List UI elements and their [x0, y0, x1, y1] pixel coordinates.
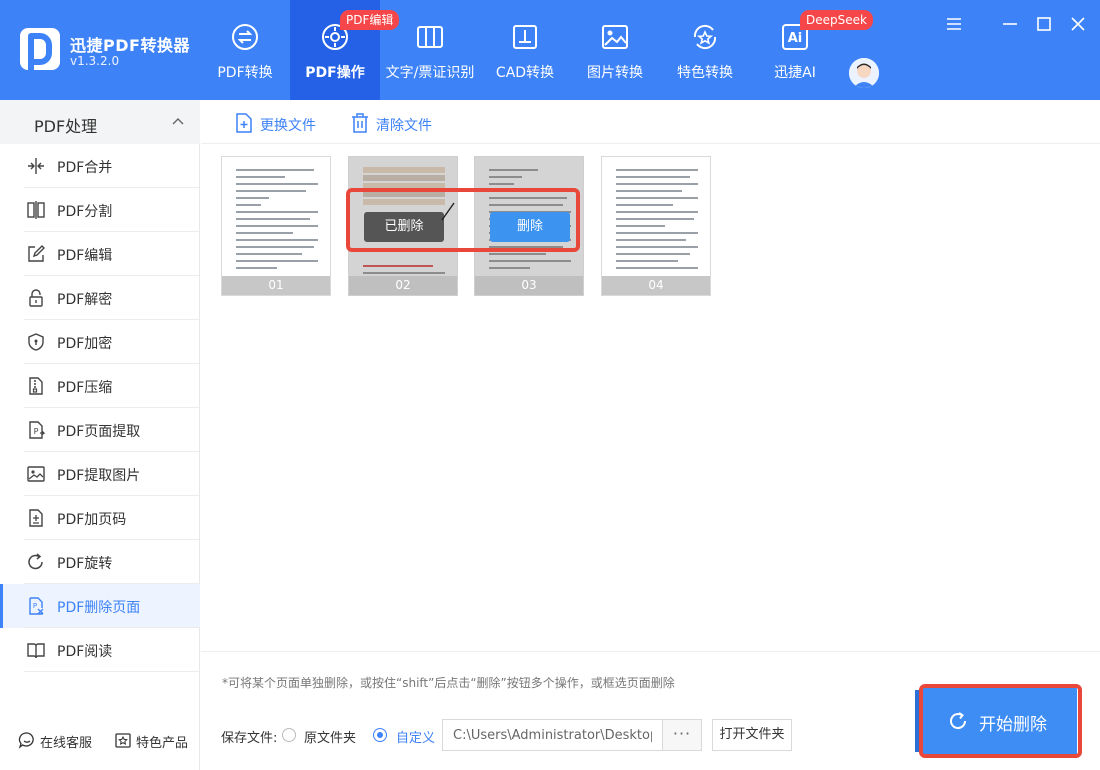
tab-label: 文字/票证识别 [385, 65, 475, 81]
tab-label: PDF操作 [305, 65, 365, 81]
sidebar-group-header[interactable]: PDF处理 [0, 100, 200, 144]
sidebar-item-label: PDF压缩 [57, 380, 113, 396]
delete-page-button[interactable]: 删除 [490, 212, 570, 242]
minimize-icon[interactable] [1000, 14, 1020, 34]
save-path-input[interactable] [442, 719, 662, 751]
sidebar-item-rotate[interactable]: PDF旋转 [0, 540, 200, 584]
sidebar-item-merge[interactable]: PDF合并 [0, 144, 200, 188]
sidebar-item-label: PDF页面提取 [57, 424, 141, 440]
start-delete-button[interactable]: 开始删除 [923, 688, 1077, 754]
divider [201, 651, 1100, 652]
maximize-icon[interactable] [1034, 14, 1054, 34]
page-number: 04 [602, 276, 710, 295]
start-delete-label: 开始删除 [979, 715, 1047, 735]
replace-file-label: 更换文件 [260, 118, 316, 134]
svg-text:P: P [33, 602, 37, 610]
sidebar-item-label: PDF加页码 [57, 512, 127, 528]
tab-label: 迅捷AI [774, 65, 816, 81]
tab-ocr[interactable]: 文字/票证识别 [385, 0, 475, 100]
page-number: 03 [475, 276, 583, 295]
app-version: v1.3.2.0 [70, 54, 120, 68]
start-button-edge [915, 690, 923, 752]
sidebar-item-label: PDF提取图片 [57, 468, 141, 484]
page-number: 01 [222, 276, 330, 295]
sidebar-item-label: PDF合并 [57, 160, 113, 176]
compress-icon [29, 377, 43, 395]
image-extract-icon [27, 466, 45, 482]
file-toolbar: 更换文件 清除文件 [201, 100, 1100, 144]
sidebar-group-label: PDF处理 [34, 117, 98, 136]
chevron-up-icon [172, 118, 184, 125]
cursor-pen-icon [441, 202, 455, 221]
cad-icon [513, 25, 537, 49]
tab-image[interactable]: 图片转换 [570, 0, 660, 100]
read-icon [27, 643, 45, 659]
page-thumbnail[interactable]: 04 [601, 156, 711, 296]
tab-pdf-convert[interactable]: PDF转换 [200, 0, 290, 100]
merge-icon [28, 158, 44, 174]
sidebar-item-label: PDF阅读 [57, 644, 113, 660]
rotate-icon [28, 553, 43, 570]
refresh-icon [950, 712, 967, 730]
page-thumbnail[interactable]: 01 [221, 156, 331, 296]
sidebar-item-image-extract[interactable]: PDF提取图片 [0, 452, 200, 496]
shield-icon [28, 333, 44, 351]
tab-special[interactable]: 特色转换 [660, 0, 750, 100]
trash-icon [352, 113, 368, 133]
custom-label: 自定义 [396, 731, 436, 746]
sidebar-item-label: PDF解密 [57, 292, 113, 308]
gift-icon [115, 733, 131, 748]
sidebar-item-compress[interactable]: PDF压缩 [0, 364, 200, 408]
chat-icon [18, 732, 34, 749]
svg-text:P: P [34, 427, 39, 436]
split-icon [27, 201, 45, 219]
close-icon[interactable] [1068, 14, 1088, 34]
special-products-label: 特色产品 [136, 736, 189, 751]
radio-custom[interactable] [373, 728, 387, 742]
edit-icon [28, 245, 45, 262]
unlock-icon [29, 289, 43, 307]
pdf-convert-icon [232, 24, 258, 50]
deleted-state-label: 已删除 [364, 212, 444, 242]
sidebar-item-page-extract[interactable]: P PDF页面提取 [0, 408, 200, 452]
online-service-label: 在线客服 [40, 736, 93, 751]
star-convert-icon [693, 24, 717, 50]
user-avatar[interactable] [849, 58, 879, 88]
sidebar: PDF处理 PDF合并 PDF分割 PDF编辑 PDF解密 PDF加密 PDF压… [0, 100, 200, 770]
app-name: 迅捷PDF转换器 [70, 36, 190, 55]
sidebar-item-edit[interactable]: PDF编辑 [0, 232, 200, 276]
save-file-label: 保存文件: [221, 731, 278, 746]
ocr-icon [417, 26, 443, 48]
radio-original-folder[interactable] [282, 728, 296, 742]
image-icon [602, 25, 628, 49]
delete-page-icon: P [29, 597, 44, 615]
clear-file-label: 清除文件 [376, 118, 432, 134]
page-extract-icon: P [29, 421, 46, 439]
avatar-icon [849, 58, 879, 88]
app-logo [20, 28, 60, 71]
sidebar-item-split[interactable]: PDF分割 [0, 188, 200, 232]
svg-text:Ai: Ai [788, 31, 803, 46]
sidebar-item-label: PDF加密 [57, 336, 113, 352]
browse-button[interactable]: ··· [662, 719, 702, 751]
hint-text: *可将某个页面单独删除，或按住“shift”后点击“删除”按钮多个操作，或框选页… [222, 676, 675, 690]
sidebar-item-decrypt[interactable]: PDF解密 [0, 276, 200, 320]
deepseek-badge: DeepSeek [800, 10, 873, 30]
sidebar-item-label: PDF编辑 [57, 248, 113, 264]
file-add-icon [236, 113, 252, 133]
page-number: 02 [349, 276, 457, 295]
sidebar-item-page-number[interactable]: PDF加页码 [0, 496, 200, 540]
page-number-icon [29, 509, 43, 527]
menu-icon[interactable] [944, 14, 964, 34]
sidebar-item-label: PDF分割 [57, 204, 113, 220]
open-folder-button[interactable]: 打开文件夹 [712, 719, 792, 751]
sidebar-item-delete-page[interactable]: P PDF删除页面 [0, 584, 200, 628]
sidebar-item-encrypt[interactable]: PDF加密 [0, 320, 200, 364]
sidebar-item-read[interactable]: PDF阅读 [0, 628, 200, 672]
title-bar: 迅捷PDF转换器 v1.3.2.0 PDF转换 PDF操作 PDF编辑 文字/票… [0, 0, 1100, 100]
tab-cad[interactable]: CAD转换 [480, 0, 570, 100]
original-folder-label: 原文件夹 [304, 731, 357, 746]
sidebar-item-label: PDF删除页面 [57, 600, 141, 616]
sidebar-item-label: PDF旋转 [57, 556, 113, 572]
